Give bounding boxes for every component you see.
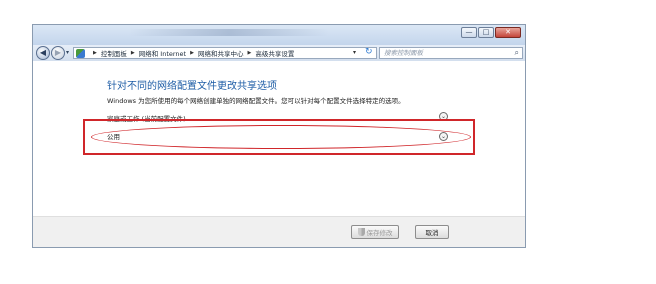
- cancel-button[interactable]: 取消: [415, 225, 449, 239]
- breadcrumb-item-network-sharing-center[interactable]: 网络和共享中心: [198, 48, 244, 58]
- recent-pages-dropdown[interactable]: ▾: [66, 49, 69, 56]
- profile-public-label[interactable]: 公用: [107, 131, 120, 141]
- control-panel-icon: [76, 48, 85, 58]
- close-button[interactable]: ✕: [495, 27, 521, 38]
- search-icon[interactable]: ⌕: [515, 48, 519, 58]
- breadcrumb-separator: ▶: [190, 50, 194, 56]
- advanced-sharing-window: — □ ✕ ◀ ▶ ▾ ▶ 控制面板 ▶ 网络和 Internet ▶ 网络和共…: [32, 24, 526, 248]
- back-arrow-icon[interactable]: ◀: [36, 46, 50, 60]
- breadcrumb-separator: ▶: [93, 50, 97, 56]
- breadcrumb-separator: ▶: [247, 50, 252, 56]
- caption-buttons: — □ ✕: [461, 27, 521, 38]
- maximize-button[interactable]: □: [478, 27, 494, 38]
- address-dropdown[interactable]: ▾: [353, 49, 356, 56]
- page-description: Windows 为您所使用的每个网络创建单独的网络配置文件。您可以针对每个配置文…: [107, 97, 405, 105]
- breadcrumb-item-network-internet[interactable]: 网络和 Internet: [139, 48, 186, 58]
- breadcrumb-separator: ▶: [130, 50, 135, 56]
- footer-bar: 保存修改 取消: [33, 216, 525, 247]
- breadcrumb-item-advanced-sharing[interactable]: 高级共享设置: [255, 48, 294, 58]
- title-bar-blur: [129, 29, 329, 36]
- navigation-bar: ◀ ▶ ▾ ▶ 控制面板 ▶ 网络和 Internet ▶ 网络和共享中心 ▶ …: [33, 45, 525, 61]
- forward-arrow-icon[interactable]: ▶: [51, 46, 65, 60]
- annotation-highlight-ellipse: [91, 125, 471, 149]
- breadcrumb-item-control-panel[interactable]: 控制面板: [101, 48, 127, 58]
- page-title: 针对不同的网络配置文件更改共享选项: [107, 81, 277, 92]
- expand-public-button[interactable]: ⌄: [439, 132, 448, 141]
- save-changes-button[interactable]: 保存修改: [351, 225, 399, 239]
- search-input[interactable]: 搜索控制面板 ⌕: [379, 47, 523, 59]
- refresh-icon[interactable]: ↻: [365, 47, 373, 57]
- minimize-button[interactable]: —: [461, 27, 477, 38]
- shield-icon: [357, 228, 365, 236]
- address-bar[interactable]: ▶ 控制面板 ▶ 网络和 Internet ▶ 网络和共享中心 ▶ 高级共享设置: [73, 47, 377, 59]
- search-placeholder: 搜索控制面板: [384, 49, 423, 57]
- title-bar[interactable]: — □ ✕: [33, 25, 525, 45]
- save-changes-label: 保存修改: [366, 229, 393, 237]
